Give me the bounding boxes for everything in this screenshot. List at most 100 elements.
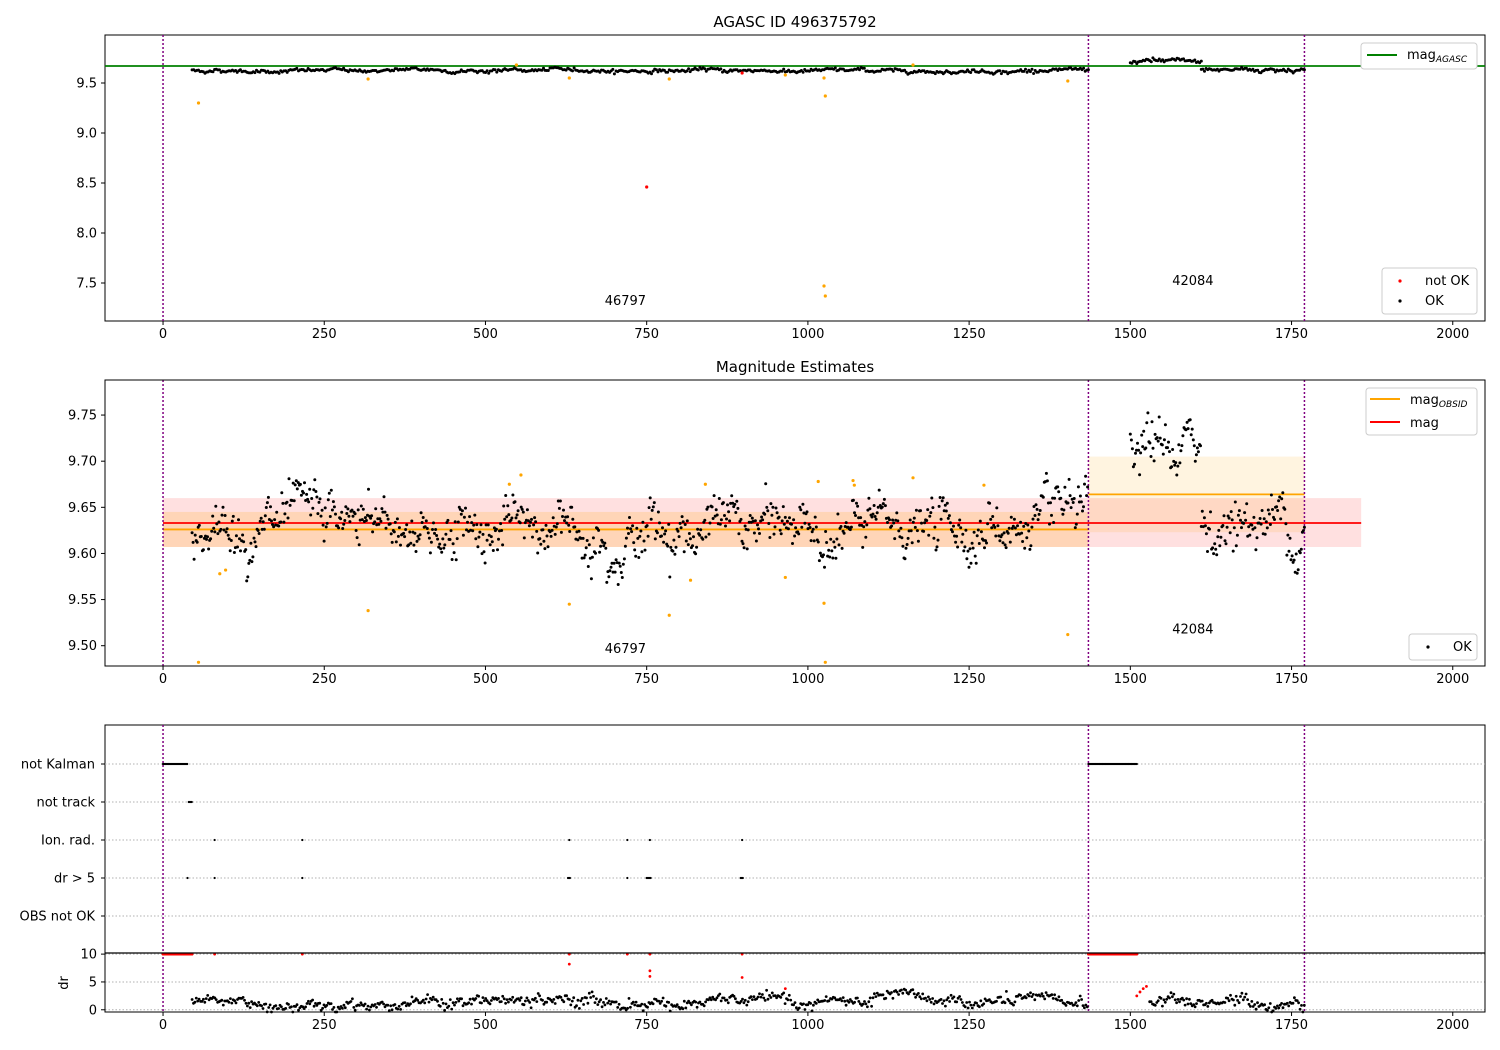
data-point-ok <box>439 547 443 551</box>
data-point-ok <box>528 1001 532 1004</box>
obsid-label: 42084 <box>1172 274 1213 289</box>
data-point-ok <box>897 529 901 533</box>
data-point-ok <box>295 1003 299 1007</box>
data-point-ok <box>763 999 767 1002</box>
data-point-ok <box>448 538 452 541</box>
data-point-ok <box>1033 514 1037 517</box>
data-point-ok <box>343 519 347 522</box>
data-point-ok <box>441 1001 445 1005</box>
data-point-ok <box>863 520 867 524</box>
data-point-ok <box>481 996 485 999</box>
data-point-ok <box>1081 509 1084 513</box>
data-point-ok <box>727 510 731 514</box>
data-point-ok <box>779 996 783 999</box>
data-point-ok <box>677 535 681 539</box>
data-point-ok <box>937 504 941 508</box>
data-point-ok <box>1218 544 1222 548</box>
data-point-ok <box>779 532 783 536</box>
data-point-ok <box>473 513 477 517</box>
data-point-ok <box>1039 994 1042 998</box>
data-point-ok <box>925 999 929 1003</box>
data-point-ok <box>1059 496 1063 500</box>
data-point-ok <box>589 996 593 999</box>
data-point-ok <box>571 517 575 521</box>
data-point-ok <box>374 507 378 511</box>
data-point-rejected <box>822 76 826 80</box>
plot-frame <box>104 34 1486 322</box>
data-point-ok <box>426 993 429 996</box>
data-point-ok <box>245 579 249 583</box>
data-point-ok <box>851 498 855 502</box>
data-point-ok <box>690 1003 693 1007</box>
data-point-ok <box>728 519 732 523</box>
data-point-ok <box>664 1004 668 1008</box>
data-point-ok <box>347 514 351 518</box>
data-point-ok <box>1168 450 1171 454</box>
data-point-ok <box>1033 998 1037 1002</box>
data-point-ok <box>1022 524 1026 528</box>
data-point-ok <box>991 515 995 518</box>
data-point-ok <box>1175 1001 1178 1005</box>
data-point-ok <box>782 522 786 526</box>
data-point-ok <box>206 994 210 997</box>
data-point-ok <box>255 1004 259 1008</box>
data-point-ok <box>882 497 886 501</box>
data-point-ok <box>614 558 618 562</box>
data-point-ok <box>435 534 439 537</box>
data-point-ok <box>599 998 602 1002</box>
data-point-ok <box>1287 549 1291 553</box>
flag-label: dr > 5 <box>54 872 95 887</box>
data-point-ok <box>912 516 916 520</box>
data-point-ok <box>998 539 1002 543</box>
data-point-ok <box>685 519 689 523</box>
data-point-ok <box>1229 510 1233 514</box>
data-point-ok <box>298 482 302 486</box>
data-point-ok <box>714 508 718 512</box>
data-point-ok <box>325 521 329 525</box>
data-point-ok <box>191 540 195 544</box>
data-point-ok <box>475 523 479 527</box>
data-point-ok <box>612 72 616 76</box>
data-point-ok <box>1224 542 1228 546</box>
data-point-ok <box>914 995 917 999</box>
data-point-ok <box>427 536 431 540</box>
data-point-ok <box>231 514 235 518</box>
data-point-ok <box>1202 516 1206 520</box>
data-point-rejected <box>667 77 671 81</box>
data-point-ok <box>597 528 601 532</box>
data-point-ok <box>890 991 893 994</box>
flag-point <box>213 838 216 842</box>
data-point-rejected <box>911 476 915 480</box>
data-point-ok <box>1259 522 1263 526</box>
data-point-ok <box>711 517 715 520</box>
data-point-ok <box>653 537 657 541</box>
data-point-ok <box>535 529 539 533</box>
data-point-ok <box>1141 445 1145 449</box>
data-point-ok <box>1200 999 1204 1003</box>
data-point-ok <box>613 570 617 574</box>
data-point-ok <box>1194 453 1198 457</box>
data-point-ok <box>614 1000 618 1004</box>
data-point-ok <box>774 506 778 510</box>
data-point-ok <box>357 543 361 547</box>
data-point-ok <box>1263 1003 1266 1007</box>
data-point-ok <box>718 992 722 996</box>
data-point-ok <box>1299 547 1303 551</box>
data-point-ok <box>325 1004 329 1007</box>
data-point-ok <box>1138 473 1142 477</box>
data-point-ok <box>595 997 598 1001</box>
flag-point <box>626 876 629 880</box>
data-point-ok <box>1296 568 1300 572</box>
data-point-ok <box>1156 439 1160 443</box>
data-point-ok <box>682 999 686 1003</box>
data-point-ok <box>864 535 868 539</box>
data-point-ok <box>719 67 723 71</box>
data-point-ok <box>212 526 216 530</box>
data-point-ok <box>448 998 452 1001</box>
data-point-ok <box>874 517 878 521</box>
data-point-ok <box>1024 996 1028 1000</box>
data-point-ok <box>668 575 672 579</box>
data-point-ok <box>900 988 903 992</box>
y-tick-label: 10 <box>80 948 97 963</box>
data-point-ok <box>603 541 607 545</box>
